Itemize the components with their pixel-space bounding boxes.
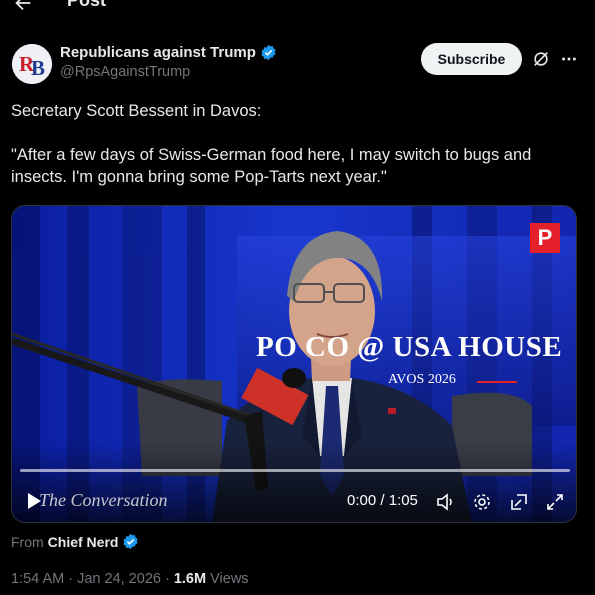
watermark: The Conversation [39,490,168,510]
post-meta: 1:54 AM · Jan 24, 2026 · 1.6M Views [11,571,249,587]
backdrop-subtitle: AVOS 2026 [388,372,456,387]
fullscreen-icon[interactable] [545,492,565,512]
svg-text:B: B [31,56,45,80]
gear-icon[interactable] [472,492,492,512]
source-name[interactable]: Chief Nerd [48,534,119,550]
video-player[interactable]: P PO CO @ USA HOUSE AVOS 2026 The Conver… [11,205,577,523]
tweet-line-2: "After a few days of Swiss-German food h… [11,146,532,186]
tweet-text: Secretary Scott Bessent in Davos: "After… [11,100,581,188]
author-handle[interactable]: @RpsAgainstTrump [60,64,277,80]
picture-in-picture-icon[interactable] [509,492,529,512]
post-time[interactable]: 1:54 AM [11,571,64,587]
views-count: 1.6M [173,571,207,587]
back-arrow-icon[interactable] [12,0,34,14]
post-date[interactable]: Jan 24, 2026 [77,571,161,587]
grok-icon[interactable] [532,50,550,68]
tweet-line-1: Secretary Scott Bessent in Davos: [11,102,262,120]
views-label: Views [210,571,249,587]
politico-logo: P [530,223,560,253]
progress-bar[interactable] [20,469,570,472]
volume-icon[interactable] [436,492,456,512]
author-block: Republicans against Trump @RpsAgainstTru… [60,44,277,80]
avatar[interactable]: R B [12,44,52,84]
page-title: Post [67,0,107,10]
verified-badge-icon [123,533,139,550]
backdrop-sign: PO CO @ USA HOUSE [256,331,563,363]
author-name[interactable]: Republicans against Trump [60,44,256,61]
from-label: From [11,533,44,550]
video-time: 0:00 / 1:05 [347,492,418,509]
more-options-icon[interactable] [560,50,578,68]
subscribe-button[interactable]: Subscribe [421,43,522,75]
source-attribution: From Chief Nerd [11,533,139,550]
top-bar: Post [0,0,595,20]
verified-badge-icon [261,44,276,61]
